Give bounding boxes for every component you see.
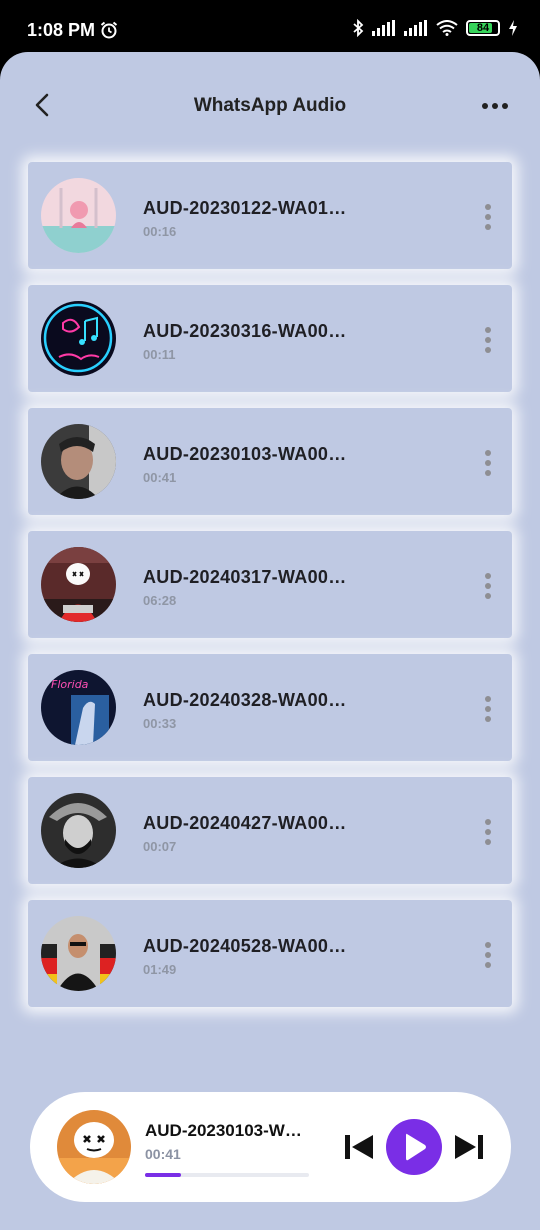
track-thumbnail [41, 301, 116, 376]
track-options-button[interactable] [484, 204, 492, 230]
track-duration: 00:11 [143, 347, 176, 362]
track-title: AUD-20240427-WA00… [143, 813, 347, 833]
track-thumbnail [41, 793, 116, 868]
track-title: AUD-20240317-WA00… [143, 567, 347, 587]
track-title: AUD-20230316-WA00… [143, 321, 347, 341]
now-playing-time: 00:41 [145, 1146, 181, 1162]
track-title: AUD-20240328-WA00… [143, 690, 347, 710]
header: WhatsApp Audio [0, 52, 540, 162]
track-list-item[interactable]: AUD-20230316-WA00… 00:11 [28, 285, 512, 392]
track-options-button[interactable] [484, 573, 492, 599]
bluetooth-icon [353, 19, 364, 37]
track-list-item[interactable]: AUD-20230103-WA00… 00:41 [28, 408, 512, 515]
status-icons: 84 [352, 19, 518, 37]
battery-percent: 84 [476, 22, 490, 34]
track-list-item[interactable]: AUD-20240317-WA00… 06:28 [28, 531, 512, 638]
page-title: WhatsApp Audio [193, 95, 347, 116]
more-vertical-icon [485, 327, 491, 333]
track-title: AUD-20230122-WA01… [143, 198, 347, 218]
track-thumbnail [41, 424, 116, 499]
more-vertical-icon [485, 573, 491, 579]
track-title: AUD-20230103-WA00… [143, 444, 347, 464]
track-thumbnail [41, 178, 116, 253]
more-vertical-icon [485, 204, 491, 210]
wifi-icon [436, 20, 458, 36]
track-duration: 00:07 [143, 839, 177, 854]
track-options-button[interactable] [484, 696, 492, 722]
progress-bar[interactable] [145, 1173, 309, 1177]
track-list-item[interactable]: AUD-20230122-WA01… 00:16 [28, 162, 512, 269]
more-vertical-icon [485, 450, 491, 456]
track-options-button[interactable] [484, 327, 492, 353]
status-time: 1:08 PM [27, 20, 96, 40]
track-list-item[interactable]: Florida AUD-20240328-WA00… 00:33 [28, 654, 512, 761]
signal-icon [404, 20, 427, 36]
play-icon [406, 1133, 426, 1161]
more-vertical-icon [485, 696, 491, 702]
app-screen: WhatsApp Audio AUD-20230122-WA01… 00:16 AU… [0, 52, 540, 1230]
now-playing-thumbnail [57, 1110, 131, 1184]
skip-next-icon [455, 1135, 483, 1159]
status-bar: 1:08 PM 84 [0, 0, 540, 52]
track-list: AUD-20230122-WA01… 00:16 AUD-20230316-WA00… [28, 162, 512, 1023]
track-thumbnail [41, 547, 116, 622]
track-duration: 00:41 [143, 470, 177, 485]
now-playing-title: AUD-20230103-W… [145, 1121, 302, 1140]
skip-previous-icon [345, 1135, 373, 1159]
track-thumbnail: Florida [41, 670, 116, 745]
track-title: AUD-20240528-WA00… [143, 936, 347, 956]
svg-text:Florida: Florida [51, 678, 89, 691]
alarm-icon [100, 21, 118, 39]
track-duration: 06:28 [143, 593, 177, 608]
more-vertical-icon [485, 819, 491, 825]
track-duration: 00:16 [143, 224, 177, 239]
charging-icon [509, 20, 517, 36]
track-options-button[interactable] [484, 942, 492, 968]
battery-icon: 84 [466, 20, 500, 36]
signal-icon [372, 20, 395, 36]
track-list-item[interactable]: AUD-20240528-WA00… 01:49 [28, 900, 512, 1007]
track-thumbnail [41, 916, 116, 991]
more-options-button[interactable] [482, 100, 508, 112]
mini-player[interactable]: AUD-20230103-W… 00:41 [30, 1092, 511, 1202]
progress-fill [145, 1173, 182, 1177]
play-button[interactable] [386, 1119, 442, 1175]
track-duration: 00:33 [143, 716, 177, 731]
more-horizontal-icon [482, 103, 488, 109]
track-options-button[interactable] [484, 450, 492, 476]
next-button[interactable] [454, 1134, 484, 1160]
previous-button[interactable] [344, 1134, 374, 1160]
more-vertical-icon [485, 942, 491, 948]
track-options-button[interactable] [484, 819, 492, 845]
track-list-item[interactable]: AUD-20240427-WA00… 00:07 [28, 777, 512, 884]
track-duration: 01:49 [143, 962, 177, 977]
